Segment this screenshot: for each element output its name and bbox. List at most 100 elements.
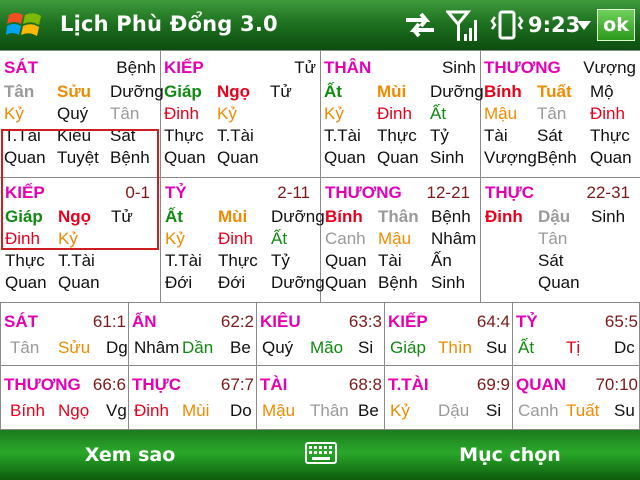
cell-text: Tuất — [566, 401, 600, 420]
cell-text: Mậu — [484, 104, 518, 123]
cell-text: Quan — [377, 148, 419, 167]
cell-text: Ất — [271, 229, 288, 248]
cell-text: Dg — [106, 338, 128, 357]
cell-text: Vg — [106, 401, 127, 420]
cell-text: Giáp — [164, 82, 202, 101]
cell-text: Thìn — [438, 338, 473, 357]
cell-text: Nhâm — [134, 338, 180, 357]
app-title: Lịch Phù Đổng 3.0 — [60, 12, 278, 36]
year-range: 69:9 — [476, 375, 510, 394]
cell-text: Quan — [217, 148, 259, 167]
pillar-heading: SÁT — [4, 58, 38, 77]
windows-start-icon[interactable] — [6, 6, 44, 44]
cell-text: Bính — [484, 82, 522, 101]
cell-text: Đinh — [164, 104, 199, 123]
cell-text: Bính — [10, 401, 45, 420]
pillar-heading: KIẾP — [164, 58, 204, 77]
cell-text: Bính — [325, 207, 363, 226]
cell-text: Si — [486, 401, 502, 420]
year-range: 68:8 — [348, 375, 382, 394]
cell-text: Thân — [378, 207, 419, 226]
cell-text: Dần — [182, 338, 214, 357]
cell-text: Tân — [538, 229, 568, 248]
cell-text: Quan — [590, 148, 632, 167]
pillar-cell-top[interactable]: THÂN Sinh Ất Mùi Dưỡng Kỷ Đinh Ất T.Tài Thực Tỷ Qua… — [320, 50, 484, 177]
cell-text: Mùi — [377, 82, 407, 101]
cell-text: T.Tài — [58, 251, 95, 270]
cell-text: Quan — [538, 273, 580, 292]
year-heading: TÀI — [260, 375, 288, 394]
cell-text: Quan — [5, 273, 47, 292]
cell-text: Tân — [4, 82, 35, 101]
ok-button[interactable]: ok — [597, 9, 635, 41]
cell-text: Dưỡng — [110, 82, 164, 101]
selected-cell-highlight — [1, 129, 159, 250]
luck-pillar-cell[interactable]: TỶ 2-11 Ất Mùi Dưỡng Kỷ Đinh Ất T.Tài Thực Tỷ Đới Đớ… — [160, 177, 325, 302]
cell-text: Ấn — [431, 251, 452, 270]
year-heading: KIÊU — [260, 312, 301, 331]
pillar-status: Tử — [294, 58, 316, 77]
vibrate-icon — [490, 10, 524, 40]
right-softkey-muc-chon[interactable]: Mục chọn — [380, 430, 640, 480]
year-cell[interactable]: KIÊU 63:3 Quý Mão Si — [256, 302, 384, 365]
cell-text: Quý — [57, 104, 89, 123]
year-cell[interactable]: THỰC 67:7 Đinh Mùi Do — [128, 365, 256, 428]
cell-text: Tân — [537, 104, 567, 123]
pillar-heading: THƯƠNG — [484, 58, 561, 77]
pillar-status: Vượng — [583, 58, 636, 77]
year-cell[interactable]: THƯƠNG 66:6 Bính Ngọ Vg — [0, 365, 128, 428]
year-heading: T.TÀI — [388, 375, 429, 394]
year-cell[interactable]: TỶ 65:5 Ất Tị Dc — [512, 302, 640, 365]
cell-text: Đinh — [377, 104, 412, 123]
cell-text: Ngọ — [217, 82, 251, 101]
cell-text: Kỷ — [4, 104, 24, 123]
pillar-heading: TỶ — [165, 183, 187, 202]
year-heading: THƯƠNG — [4, 375, 81, 394]
year-cell[interactable]: ẤN 62:2 Nhâm Dần Be — [128, 302, 256, 365]
cell-text: Đinh — [134, 401, 169, 420]
year-cell[interactable]: T.TÀI 69:9 Kỷ Dậu Si — [384, 365, 512, 428]
cell-text: Mão — [310, 338, 344, 357]
cell-text: Quan — [325, 273, 367, 292]
pillar-cell-top[interactable]: KIẾP Tử Giáp Ngọ Tử Đinh Kỷ Thực T.Tài Quan Quan — [160, 50, 320, 177]
year-cell[interactable]: SÁT 61:1 Tân Sửu Dg — [0, 302, 128, 365]
cell-text: T.Tài — [324, 126, 361, 145]
cell-text: Tị — [566, 338, 581, 357]
menu-bar: Xem sao Mục chọn — [0, 430, 640, 480]
cell-text: Kỷ — [217, 104, 237, 123]
cell-text: Be — [230, 338, 251, 357]
cell-text: Giáp — [390, 338, 426, 357]
cell-text: Su — [486, 338, 507, 357]
cell-text: Đinh — [590, 104, 625, 123]
pillar-heading: THƯƠNG — [325, 183, 402, 202]
year-range: 63:3 — [348, 312, 382, 331]
clock[interactable]: 9:23 — [528, 13, 580, 37]
status-area[interactable]: 9:23 ok — [404, 8, 640, 42]
keyboard-icon[interactable] — [305, 442, 337, 464]
cell-text: Quý — [262, 338, 294, 357]
cell-text: Dưỡng — [430, 82, 484, 101]
cell-text: Sinh — [431, 273, 466, 292]
cell-text: Vượng — [484, 148, 537, 167]
year-heading: THỰC — [132, 375, 182, 394]
year-cell[interactable]: KIẾP 64:4 Giáp Thìn Su — [384, 302, 512, 365]
year-heading: ẤN — [132, 312, 157, 331]
cell-text: Tài — [378, 251, 402, 270]
luck-pillar-cell[interactable]: THỰC 22-31 Đinh Dậu Sinh Tân Sát Quan — [480, 177, 640, 302]
cell-text: Tỷ — [430, 126, 449, 145]
cell-text: Tài — [484, 126, 508, 145]
pillar-cell-top[interactable]: THƯƠNG Vượng Bính Tuất Mộ Mậu Tân Đinh Tài Sát Thự… — [480, 50, 640, 177]
cell-text: Mậu — [262, 401, 296, 420]
cell-text: Ất — [165, 207, 183, 226]
left-softkey-xem-sao[interactable]: Xem sao — [0, 430, 260, 480]
chevron-down-icon[interactable] — [577, 21, 591, 30]
cell-text: Dưỡng — [271, 207, 325, 226]
year-range: 67:7 — [220, 375, 254, 394]
age-range: 12-21 — [426, 183, 470, 202]
cell-text: Sát — [537, 126, 563, 145]
luck-pillar-cell[interactable]: THƯƠNG 12-21 Bính Thân Bệnh Canh Mậu Nhâm Quan Tà… — [320, 177, 480, 302]
cell-text: Su — [614, 401, 635, 420]
year-cell[interactable]: QUAN 70:10 Canh Tuất Su — [512, 365, 640, 428]
cell-text: Thực — [218, 251, 258, 270]
year-cell[interactable]: TÀI 68:8 Mậu Thân Be — [256, 365, 384, 428]
